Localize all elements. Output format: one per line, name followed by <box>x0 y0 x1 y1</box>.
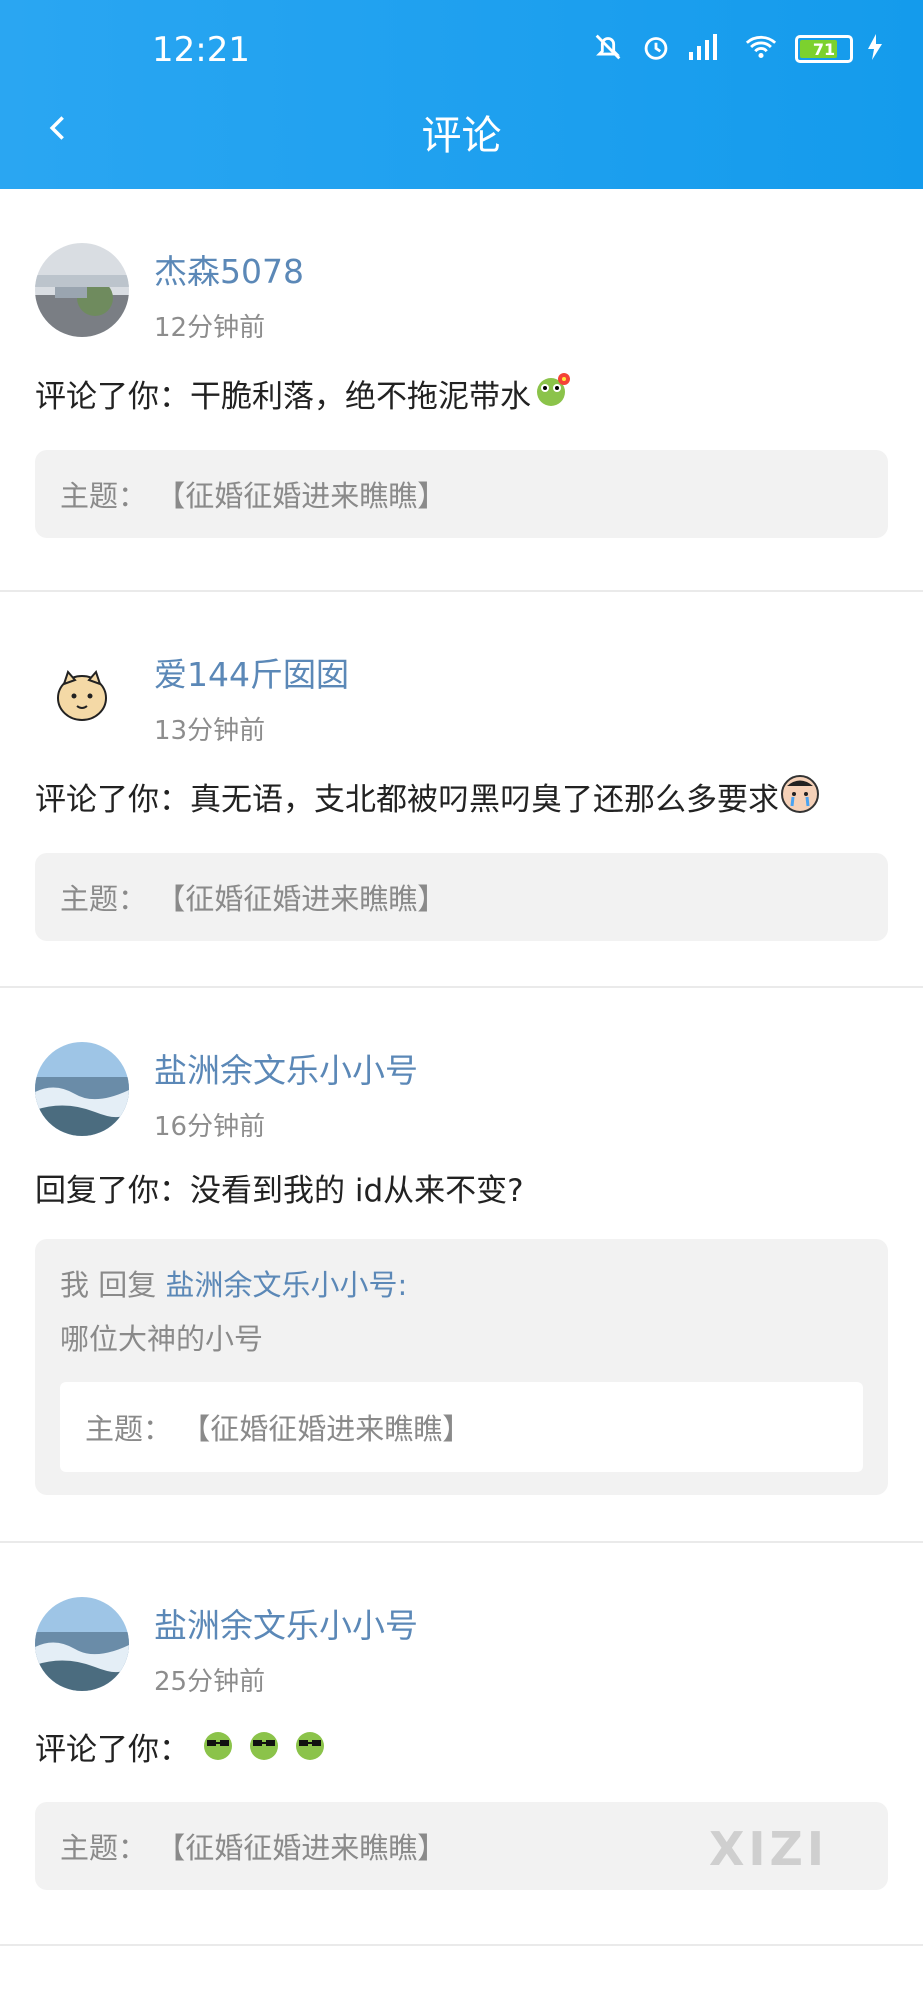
user-name[interactable]: 爱144斤囡囡 <box>154 648 349 696</box>
comment-list: 杰森5078 12分钟前 评论了你：干脆利落，绝不拖泥带水 主题： 【征婚征婚进… <box>0 189 923 1946</box>
list-item[interactable]: 杰森5078 12分钟前 评论了你：干脆利落，绝不拖泥带水 主题： 【征婚征婚进… <box>0 189 923 592</box>
status-time: 12:21 <box>152 30 250 70</box>
status-icons: 71 <box>591 30 883 68</box>
page-title: 评论 <box>421 113 502 159</box>
comment-text: 评论了你：真无语，支北都被叼黑叼臭了还那么多要求 <box>35 773 888 827</box>
charging-icon <box>867 33 883 65</box>
topic-box[interactable]: 主题： 【征婚征婚进来瞧瞧】 <box>60 1382 863 1472</box>
timestamp: 16分钟前 <box>154 1112 266 1142</box>
signal-icon <box>687 30 727 68</box>
comment-content: 评论了你： <box>35 1732 190 1768</box>
user-name[interactable]: 杰森5078 <box>154 245 304 293</box>
topic-label: 主题： <box>85 1412 173 1446</box>
avatar[interactable] <box>35 1042 129 1136</box>
battery-level: 71 <box>812 39 836 59</box>
timestamp: 12分钟前 <box>154 313 266 343</box>
avatar[interactable] <box>35 243 129 337</box>
reply-target-user[interactable]: 盐洲余文乐小小号: <box>165 1268 407 1302</box>
reply-text: 哪位大神的小号 <box>60 1322 264 1356</box>
topic-label: 主题： <box>60 479 148 513</box>
topic-label: 主题： <box>60 882 148 916</box>
avatar[interactable] <box>35 646 129 740</box>
user-name[interactable]: 盐洲余文乐小小号 <box>154 1599 418 1647</box>
timestamp: 25分钟前 <box>154 1667 266 1697</box>
reply-prefix: 我 回复 <box>60 1268 157 1302</box>
user-name[interactable]: 盐洲余文乐小小号 <box>154 1044 418 1092</box>
topic-box[interactable]: 主题： 【征婚征婚进来瞧瞧】 XIZI <box>35 1802 888 1890</box>
topic-title: 【征婚征婚进来瞧瞧】 <box>156 479 447 513</box>
app-header: 12:21 71 评论 <box>0 0 923 189</box>
list-item[interactable]: 盐洲余文乐小小号 25分钟前 评论了你： 主题： 【征婚征婚进来瞧瞧】 XIZI <box>0 1543 923 1946</box>
comment-content: 评论了你：干脆利落，绝不拖泥带水 <box>35 379 531 415</box>
crying-face-emoji-icon <box>779 773 821 827</box>
comment-content: 评论了你：真无语，支北都被叼黑叼臭了还那么多要求 <box>35 782 779 818</box>
topic-box[interactable]: 主题： 【征婚征婚进来瞧瞧】 <box>35 450 888 538</box>
topic-label: 主题： <box>60 1831 148 1865</box>
list-item[interactable]: 爱144斤囡囡 13分钟前 评论了你：真无语，支北都被叼黑叼臭了还那么多要求 主… <box>0 592 923 988</box>
topic-title: 【征婚征婚进来瞧瞧】 <box>181 1412 472 1446</box>
timestamp: 13分钟前 <box>154 716 266 746</box>
comment-text: 评论了你： <box>35 1724 888 1776</box>
mute-icon <box>591 30 625 68</box>
comment-content: 回复了你：没看到我的 id从来不变? <box>35 1173 524 1209</box>
sunglasses-frog-emoji-icon <box>198 1724 238 1776</box>
alarm-icon <box>639 30 673 68</box>
comment-text: 评论了你：干脆利落，绝不拖泥带水 <box>35 370 888 424</box>
sunglasses-frog-emoji-icon <box>290 1724 330 1776</box>
battery-icon: 71 <box>795 35 853 63</box>
topic-title: 【征婚征婚进来瞧瞧】 <box>156 1831 447 1865</box>
list-item[interactable]: 盐洲余文乐小小号 16分钟前 回复了你：没看到我的 id从来不变? 我 回复 盐… <box>0 988 923 1543</box>
watermark: XIZI <box>708 1822 828 1876</box>
wifi-icon <box>741 30 781 68</box>
sunglasses-frog-emoji-icon <box>244 1724 284 1776</box>
topic-title: 【征婚征婚进来瞧瞧】 <box>156 882 447 916</box>
reply-header: 我 回复 盐洲余文乐小小号: <box>60 1262 863 1304</box>
reply-box[interactable]: 我 回复 盐洲余文乐小小号: 哪位大神的小号 主题： 【征婚征婚进来瞧瞧】 <box>35 1239 888 1495</box>
comment-text: 回复了你：没看到我的 id从来不变? <box>35 1169 888 1213</box>
sunglasses-emoji-group <box>198 1724 330 1776</box>
topic-box[interactable]: 主题： 【征婚征婚进来瞧瞧】 <box>35 853 888 941</box>
avatar[interactable] <box>35 1597 129 1691</box>
frog-emoji-icon <box>531 370 573 424</box>
